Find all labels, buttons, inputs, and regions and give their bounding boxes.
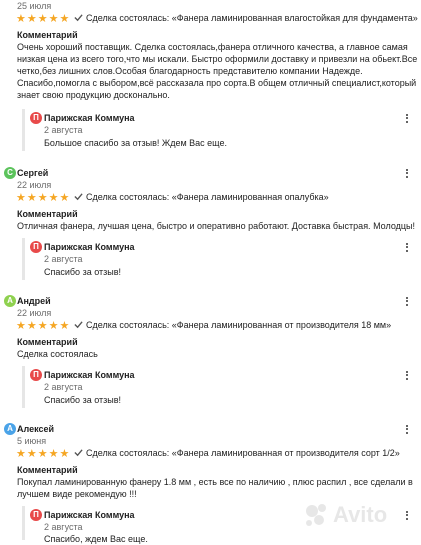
comment-line: Отличная фанера, лучшая цена, быстро и о… [17,221,416,231]
deal-text: Сделка состоялась: «Фанера ламинированна… [86,192,329,202]
reply-date: 2 августа [44,382,83,392]
more-options-icon[interactable] [406,112,408,124]
deal-check-icon [74,192,83,203]
reply-text: Спасибо за отзыв! [44,267,122,277]
review-date: 25 июля [17,1,52,11]
deal-text: Сделка состоялась: «Фанера ламинированна… [86,13,418,23]
comment-line: знает свою продукцию досконально. [17,90,170,100]
rating-stars: ★★★★★ [16,192,71,204]
reply-divider [22,506,25,540]
deal-check-icon [74,448,83,459]
reply-date: 2 августа [44,522,83,532]
reply-author[interactable]: Парижская Коммуна [44,241,135,253]
reply-author[interactable]: Парижская Коммуна [44,509,135,521]
comment-title: Комментарий [17,30,78,40]
rating-stars: ★★★★★ [16,448,71,460]
deal-check-icon [74,320,83,331]
more-options-icon[interactable] [406,167,408,179]
reply-avatar: П [30,112,42,124]
reply-text: Большое спасибо за отзыв! Ждем Вас еще. [44,138,227,148]
user-avatar: А [4,423,16,435]
more-options-icon[interactable] [406,295,408,307]
reply-avatar: П [30,509,42,521]
rating-stars: ★★★★★ [16,13,71,25]
more-options-icon[interactable] [406,369,408,381]
reply-author[interactable]: Парижская Коммуна [44,369,135,381]
watermark-text: Avito [333,502,388,527]
comment-title: Комментарий [17,209,78,219]
reply-date: 2 августа [44,125,83,135]
deal-text: Сделка состоялась: «Фанера ламинированна… [86,448,400,458]
comment-line: Сделка состоялась [17,349,98,359]
reply-text: Спасибо за отзыв! [44,395,122,405]
review-author[interactable]: Андрей [17,295,51,307]
review-date: 5 июня [17,436,47,446]
deal-text: Сделка состоялась: «Фанера ламинированна… [86,320,392,330]
reply-avatar: П [30,241,42,253]
review-author[interactable]: Алексей [17,423,54,435]
comment-title: Комментарий [17,465,78,475]
rating-stars: ★★★★★ [16,320,71,332]
review-date: 22 июля [17,180,52,190]
reply-divider [22,109,25,151]
comment-title: Комментарий [17,337,78,347]
user-avatar: А [4,295,16,307]
review-author[interactable]: Сергей [17,167,48,179]
comment-line: четко,без лишних слов.Особая благодарнос… [17,66,363,76]
reply-avatar: П [30,369,42,381]
reply-divider [22,366,25,408]
deal-check-icon [74,13,83,24]
reply-divider [22,238,25,280]
reply-date: 2 августа [44,254,83,264]
more-options-icon[interactable] [406,423,408,435]
comment-line: Спасибо,помогла с выбором,всё рассказала… [17,78,417,88]
comment-line: Очень хороший поставщик. Сделка состояла… [17,42,408,52]
more-options-icon[interactable] [406,241,408,253]
comment-line: лучшем виде рекомендую !!! [17,489,137,499]
comment-line: Покупал ламинированную фанеру 1.8 мм , е… [17,477,413,487]
comment-line: низкая цена из всего того,что мы искали.… [17,54,418,64]
reply-author[interactable]: Парижская Коммуна [44,112,135,124]
avito-watermark: Avito [303,500,413,530]
user-avatar: С [4,167,16,179]
reply-text: Спасибо, ждем Вас еще. [44,534,148,544]
review-date: 22 июля [17,308,52,318]
